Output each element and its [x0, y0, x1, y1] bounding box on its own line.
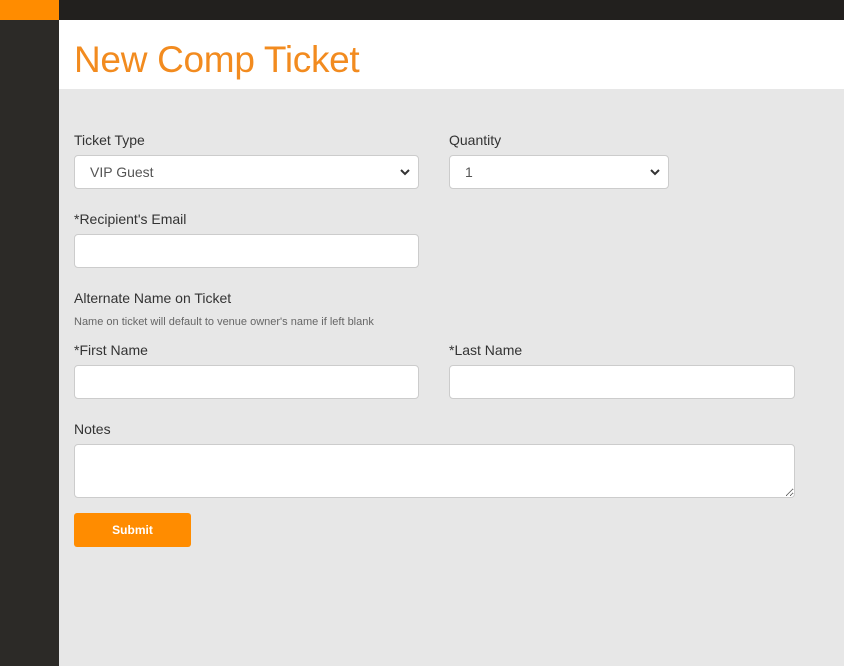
submit-button[interactable]: Submit [74, 513, 191, 547]
top-bar [59, 0, 844, 20]
quantity-label: Quantity [449, 132, 502, 148]
notes-label: Notes [74, 421, 111, 437]
page-header: New Comp Ticket [59, 20, 844, 89]
alternate-name-hint: Name on ticket will default to venue own… [74, 316, 374, 328]
last-name-label: *Last Name [449, 342, 523, 358]
page-title: New Comp Ticket [74, 39, 360, 80]
ticket-type-value: VIP Guest [90, 164, 154, 180]
recipient-email-input[interactable] [74, 234, 419, 268]
quantity-select[interactable]: 1 [449, 155, 669, 189]
first-name-input[interactable] [74, 365, 419, 399]
last-name-input[interactable] [449, 365, 795, 399]
chevron-down-icon [400, 169, 410, 176]
quantity-value: 1 [465, 164, 473, 180]
recipient-email-label: *Recipient's Email [74, 211, 187, 227]
sidebar [0, 0, 59, 666]
ticket-type-select[interactable]: VIP Guest [74, 155, 419, 189]
comp-ticket-form: Ticket Type VIP Guest Quantity 1 *Recipi… [59, 89, 844, 666]
notes-textarea[interactable] [74, 444, 795, 498]
ticket-type-label: Ticket Type [74, 132, 145, 148]
first-name-label: *First Name [74, 342, 148, 358]
chevron-down-icon [650, 169, 660, 176]
sidebar-accent-block [0, 0, 59, 20]
alternate-name-heading: Alternate Name on Ticket [74, 290, 232, 306]
